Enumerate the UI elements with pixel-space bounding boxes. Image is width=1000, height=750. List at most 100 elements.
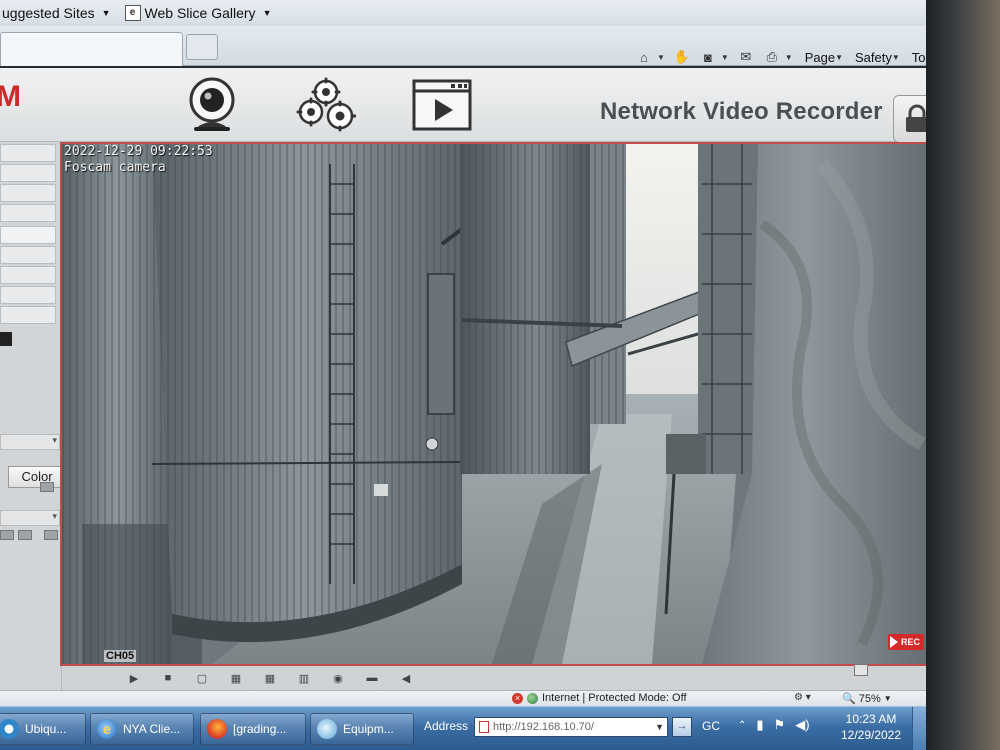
taskbar-item-label: NYA Clie... <box>123 722 181 736</box>
side-panel-field[interactable] <box>0 184 56 202</box>
live-video-view[interactable]: 2022-12-29 09:22:53 Foscam camera CH05 R… <box>60 142 960 666</box>
zoom-control[interactable]: 🔍 75% ▼ <box>842 692 892 706</box>
chevron-down-icon: ▼ <box>655 722 664 732</box>
play-icon[interactable]: ▶ <box>124 671 144 685</box>
gears-icon <box>296 77 356 132</box>
favorite-label: Web Slice Gallery <box>144 5 256 21</box>
snapshot-icon[interactable]: ◉ <box>328 671 348 685</box>
stop-icon[interactable]: ■ <box>158 671 178 685</box>
side-panel-field[interactable] <box>0 144 56 162</box>
chevron-up-icon[interactable]: ⌃ <box>738 720 746 731</box>
clock-time: 10:23 AM <box>845 712 897 726</box>
side-panel-field[interactable] <box>0 266 56 284</box>
side-panel-field[interactable] <box>0 204 56 222</box>
address-input[interactable]: http://192.168.10.70/ ▼ <box>474 717 668 737</box>
chevron-down-icon[interactable]: ▼ <box>721 53 729 62</box>
show-desktop-button[interactable] <box>912 707 926 750</box>
nine-view-icon[interactable]: ▦ <box>260 671 280 685</box>
favorite-suggested-sites[interactable]: uggested Sites ▼ <box>2 5 111 21</box>
clock-date: 12/29/2022 <box>840 728 902 742</box>
side-panel-swatch[interactable] <box>0 332 12 346</box>
system-tray: ⌃ ▮ ⚑ ◀) <box>738 717 810 733</box>
hand-icon[interactable]: ✋ <box>673 49 691 65</box>
recording-indicator: REC <box>887 634 924 650</box>
live-view-button[interactable] <box>182 76 242 134</box>
action-center-icon[interactable]: ⚑ <box>774 717 786 733</box>
error-icon: × <box>512 692 523 704</box>
security-zone[interactable]: × Internet | Protected Mode: Off <box>512 692 687 704</box>
favorite-label: uggested Sites <box>2 5 95 21</box>
video-player-icon <box>412 79 472 131</box>
side-panel-field[interactable] <box>0 226 56 244</box>
usb-icon[interactable]: ▮ <box>756 717 763 733</box>
side-panel: Color <box>0 144 66 690</box>
app-icon <box>317 719 337 739</box>
taskbar-item-ie[interactable]: e NYA Clie... <box>90 713 194 745</box>
audio-icon[interactable]: ◀ <box>396 671 416 685</box>
channel-label: CH05 <box>104 650 137 662</box>
brand-logo: M <box>0 80 21 113</box>
web-slice-icon: e <box>124 5 141 21</box>
color-button[interactable]: Color <box>8 466 66 488</box>
side-panel-icon[interactable] <box>44 530 58 540</box>
home-icon[interactable]: ⌂ <box>635 49 653 65</box>
side-panel-icon[interactable] <box>18 530 32 540</box>
record-button-icon[interactable]: ▬ <box>362 671 382 685</box>
side-panel-field[interactable] <box>0 164 56 182</box>
page-menu-label: Page <box>804 49 836 65</box>
side-panel-icon[interactable] <box>40 482 54 492</box>
internet-explorer-icon: e <box>97 719 117 739</box>
favorites-bar: uggested Sites ▼ e Web Slice Gallery ▼ <box>0 0 1000 26</box>
volume-icon[interactable]: ◀) <box>795 717 809 733</box>
side-panel-field[interactable] <box>0 286 56 304</box>
taskbar-item-firefox[interactable]: [grading... <box>200 713 306 745</box>
zoom-level: 75% <box>858 692 881 705</box>
print-icon[interactable]: ⎙ <box>763 49 781 65</box>
chevron-down-icon: ▼ <box>262 8 272 18</box>
windows-taskbar: Ubiqu... e NYA Clie... [grading... Equip… <box>0 706 1000 750</box>
rss-feed-icon[interactable]: ◙ <box>699 49 717 65</box>
mail-icon[interactable]: ✉ <box>737 49 755 65</box>
single-view-icon[interactable]: ▢ <box>192 671 212 685</box>
zoom-icon: 🔍 <box>842 693 856 705</box>
rec-label: REC <box>900 637 920 647</box>
page-icon <box>479 721 489 733</box>
chevron-down-icon: ▼ <box>835 52 844 62</box>
side-panel-dropdown[interactable] <box>0 510 60 526</box>
taskbar-item-equipment[interactable]: Equipm... <box>310 713 414 745</box>
tray-language[interactable]: GC <box>702 719 720 733</box>
video-timestamp: 2022-12-29 09:22:53 <box>64 144 213 159</box>
side-panel-dropdown[interactable] <box>0 434 60 450</box>
firefox-icon <box>207 719 227 739</box>
taskbar-item-label: Ubiqu... <box>25 722 67 736</box>
app-title: Network Video Recorder <box>600 98 883 125</box>
taskbar-item-ubiquiti[interactable]: Ubiqu... <box>0 713 86 745</box>
safety-menu[interactable]: Safety ▼ <box>855 50 900 65</box>
taskbar-item-label: [grading... <box>233 722 287 736</box>
favorite-web-slice-gallery[interactable]: e Web Slice Gallery ▼ <box>124 5 272 21</box>
chevron-down-icon: ▼ <box>883 694 892 703</box>
playback-button[interactable] <box>410 76 474 134</box>
nvr-app: M Network Video Recorder Color ▾ ▾ 2022-… <box>0 68 1000 690</box>
quad-view-icon[interactable]: ▦ <box>226 671 246 685</box>
browser-status-bar: × Internet | Protected Mode: Off ⚙ ▾ 🔍 7… <box>0 690 1000 706</box>
taskbar-item-label: Equipm... <box>343 722 394 736</box>
status-tools-icon[interactable]: ⚙ ▾ <box>794 692 811 703</box>
go-button[interactable]: → <box>672 717 692 737</box>
app-header: M Network Video Recorder <box>0 68 1000 143</box>
settings-button[interactable] <box>294 76 358 134</box>
monitor-bezel <box>926 0 1000 750</box>
zone-label: Internet | Protected Mode: Off <box>542 692 687 704</box>
chevron-down-icon: ▼ <box>891 52 900 62</box>
chevron-down-icon[interactable]: ▼ <box>657 53 665 62</box>
side-panel-field[interactable] <box>0 306 56 324</box>
camera-name-label: Foscam camera <box>64 160 166 175</box>
chevron-down-icon[interactable]: ▼ <box>785 53 793 62</box>
globe-icon <box>527 692 538 704</box>
record-icon <box>889 636 898 648</box>
clock[interactable]: 10:23 AM 12/29/2022 <box>836 711 906 743</box>
full-grid-icon[interactable]: ▥ <box>294 671 314 685</box>
side-panel-field[interactable] <box>0 246 56 264</box>
page-menu[interactable]: Page ▼ <box>805 50 843 65</box>
side-panel-icon[interactable] <box>0 530 14 540</box>
